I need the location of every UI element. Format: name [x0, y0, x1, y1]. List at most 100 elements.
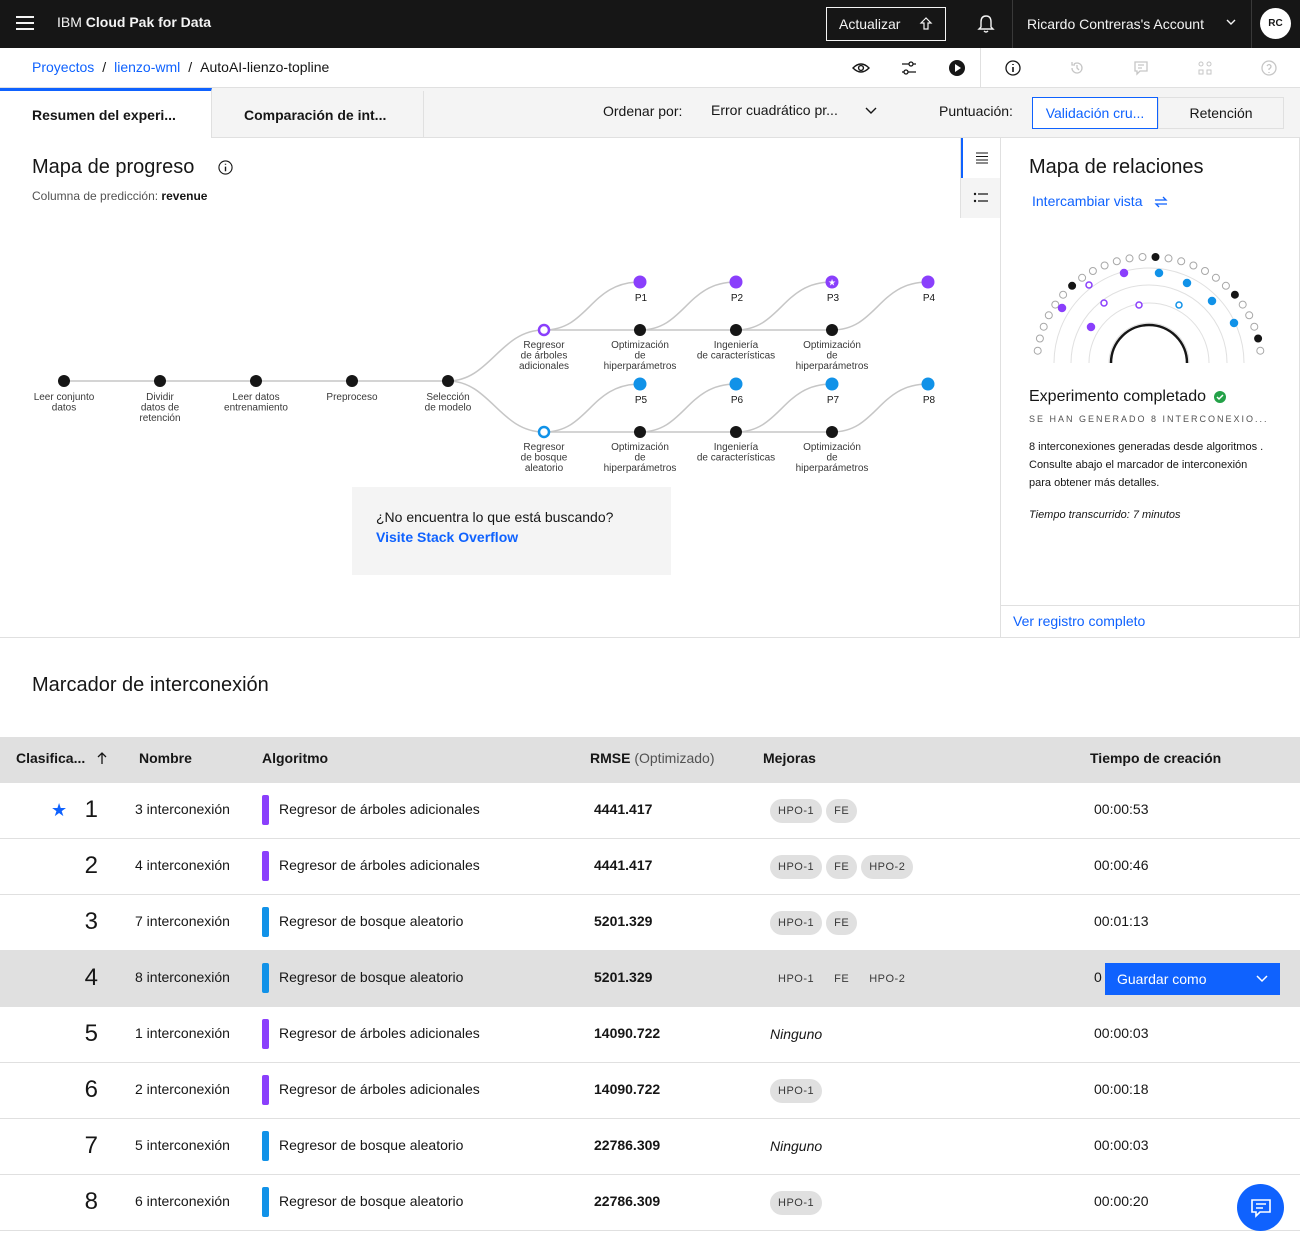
column-improvements[interactable]: Mejoras — [763, 750, 816, 766]
account-switcher[interactable]: Ricardo Contreras's Account — [1012, 0, 1252, 48]
column-name[interactable]: Nombre — [139, 750, 192, 766]
bullet-list-icon[interactable] — [961, 178, 1001, 218]
eye-icon[interactable] — [851, 58, 871, 78]
brand[interactable]: IBM Cloud Pak for Data — [57, 14, 211, 30]
upgrade-button[interactable]: Actualizar — [826, 7, 946, 41]
column-rmse-label: RMSE — [590, 750, 631, 766]
creation-time: 00:00:18 — [1094, 1081, 1149, 1097]
upgrade-label: Actualizar — [839, 16, 901, 32]
outer-node — [1051, 300, 1060, 309]
column-rmse[interactable]: RMSE (Optimizado) — [590, 750, 714, 766]
pipeline-name[interactable]: 3 interconexión — [135, 801, 230, 817]
step-label: Ingeniería — [714, 442, 759, 453]
table-row[interactable]: ★ 1 3 interconexión Regresor de árboles adi… — [0, 783, 1300, 839]
breadcrumb-projects[interactable]: Proyectos — [32, 59, 94, 75]
rmse-value: 14090.722 — [594, 1081, 661, 1097]
improvement-tags: HPO-1 FE — [770, 799, 858, 823]
table-row[interactable]: 3 7 interconexión Regresor de bosque aleat… — [0, 895, 1300, 951]
pipeline-name[interactable]: 2 interconexión — [135, 1081, 230, 1097]
step-label: de características — [697, 351, 775, 362]
info-icon[interactable] — [218, 160, 233, 175]
chevron-down-icon — [1226, 19, 1236, 25]
pipeline-edge-top — [735, 281, 833, 331]
pipeline-edge-bottom — [735, 383, 833, 433]
breadcrumb-project[interactable]: lienzo-wml — [114, 59, 180, 75]
stack-overflow-link[interactable]: Visite Stack Overflow — [376, 529, 647, 545]
pipeline-label: P6 — [731, 395, 744, 406]
menu-icon[interactable] — [16, 16, 34, 30]
column-rank[interactable]: Clasifica... — [16, 750, 107, 766]
pipeline-name[interactable]: 5 interconexión — [135, 1137, 230, 1153]
tab-experiment-summary[interactable]: Resumen del experi... — [0, 88, 212, 138]
table-row[interactable]: 5 1 interconexión Regresor de árboles adic… — [0, 1007, 1300, 1063]
pipeline-edge-top — [831, 281, 929, 331]
settings-sliders-icon[interactable] — [899, 58, 919, 78]
rmse-value: 22786.309 — [594, 1193, 661, 1209]
improvement-tags: HPO-1 FE — [770, 911, 858, 935]
step-label: de — [634, 453, 646, 464]
full-log-link[interactable]: Ver registro completo — [1001, 605, 1299, 638]
pipeline-name[interactable]: 1 interconexión — [135, 1025, 230, 1041]
algorithm-color-bar — [262, 963, 269, 993]
improvement-tag: FE — [826, 967, 858, 991]
chat-button[interactable] — [1237, 1184, 1284, 1231]
rmse-value: 5201.329 — [594, 969, 653, 985]
scoring-holdout[interactable]: Retención — [1158, 97, 1284, 129]
table-row[interactable]: 2 4 interconexión Regresor de árboles adic… — [0, 839, 1300, 895]
pipeline-result-node — [633, 377, 647, 391]
chevron-down-icon[interactable] — [864, 106, 878, 116]
save-as-button[interactable]: Guardar como — [1105, 963, 1280, 995]
list-view-icon[interactable] — [961, 138, 1001, 178]
run-icon[interactable] — [947, 58, 967, 78]
table-row[interactable]: 7 5 interconexión Regresor de bosque aleat… — [0, 1119, 1300, 1175]
tab-pipeline-comparison[interactable]: Comparación de int... — [212, 91, 424, 138]
pipeline-label: P2 — [731, 293, 744, 304]
outer-node — [1138, 253, 1147, 261]
algorithm-name: Regresor de bosque aleatorio — [279, 969, 464, 985]
pipeline-name[interactable]: 6 interconexión — [135, 1193, 230, 1209]
top-bar: IBM Cloud Pak for Data Actualizar Ricard… — [0, 0, 1300, 48]
outer-node — [1035, 334, 1044, 343]
info-icon[interactable] — [1003, 58, 1023, 78]
algorithm-label: Regresor — [523, 340, 565, 351]
pipeline-edge-top — [639, 281, 737, 331]
pipeline-result-node — [729, 377, 743, 391]
algorithm-color-bar — [262, 907, 269, 937]
pipeline-name[interactable]: 8 interconexión — [135, 969, 230, 985]
step-node — [826, 426, 838, 438]
center-arc — [1109, 323, 1189, 364]
notification-bell-icon[interactable] — [975, 13, 997, 35]
pipeline-result-node — [633, 275, 647, 289]
chat-icon — [1250, 1198, 1271, 1218]
rmse-value: 4441.417 — [594, 857, 653, 873]
swap-view-link[interactable]: Intercambiar vista — [1032, 193, 1168, 209]
column-algorithm[interactable]: Algoritmo — [262, 750, 328, 766]
improvement-tags: HPO-1 FE HPO-2 — [770, 855, 914, 879]
apps-icon[interactable] — [1195, 58, 1215, 78]
breadcrumb-current: AutoAI-lienzo-topline — [200, 59, 330, 75]
node-label: retención — [139, 413, 180, 424]
outer-node — [1068, 281, 1077, 290]
rank-value: 1 — [84, 796, 98, 823]
algorithm-name: Regresor de bosque aleatorio — [279, 913, 464, 929]
relationship-map-panel: Mapa de relaciones Intercambiar vista Ex… — [1000, 138, 1300, 638]
pipeline-dot — [1100, 299, 1108, 307]
help-icon[interactable] — [1259, 58, 1279, 78]
pipeline-name[interactable]: 4 interconexión — [135, 857, 230, 873]
pipeline-name[interactable]: 7 interconexión — [135, 913, 230, 929]
table-row[interactable]: 4 8 interconexión Regresor de bosque aleat… — [0, 951, 1300, 1007]
pipeline-node — [442, 375, 454, 387]
outer-node — [1125, 254, 1134, 263]
scoring-cross-validation[interactable]: Validación cru... — [1032, 97, 1158, 129]
avatar[interactable]: RC — [1260, 8, 1291, 39]
table-row[interactable]: 6 2 interconexión Regresor de árboles adic… — [0, 1063, 1300, 1119]
column-created[interactable]: Tiempo de creación — [1090, 750, 1221, 766]
rank-value: 6 — [84, 1076, 98, 1103]
history-icon[interactable] — [1067, 58, 1087, 78]
sort-dropdown[interactable]: Error cuadrático pr... — [711, 102, 838, 118]
outer-node — [1250, 322, 1259, 331]
outer-node — [1211, 273, 1220, 282]
comment-icon[interactable] — [1131, 58, 1151, 78]
table-row[interactable]: 8 6 interconexión Regresor de bosque aleat… — [0, 1175, 1300, 1231]
table-header: Clasifica... Nombre Algoritmo RMSE (Opti… — [0, 737, 1300, 783]
